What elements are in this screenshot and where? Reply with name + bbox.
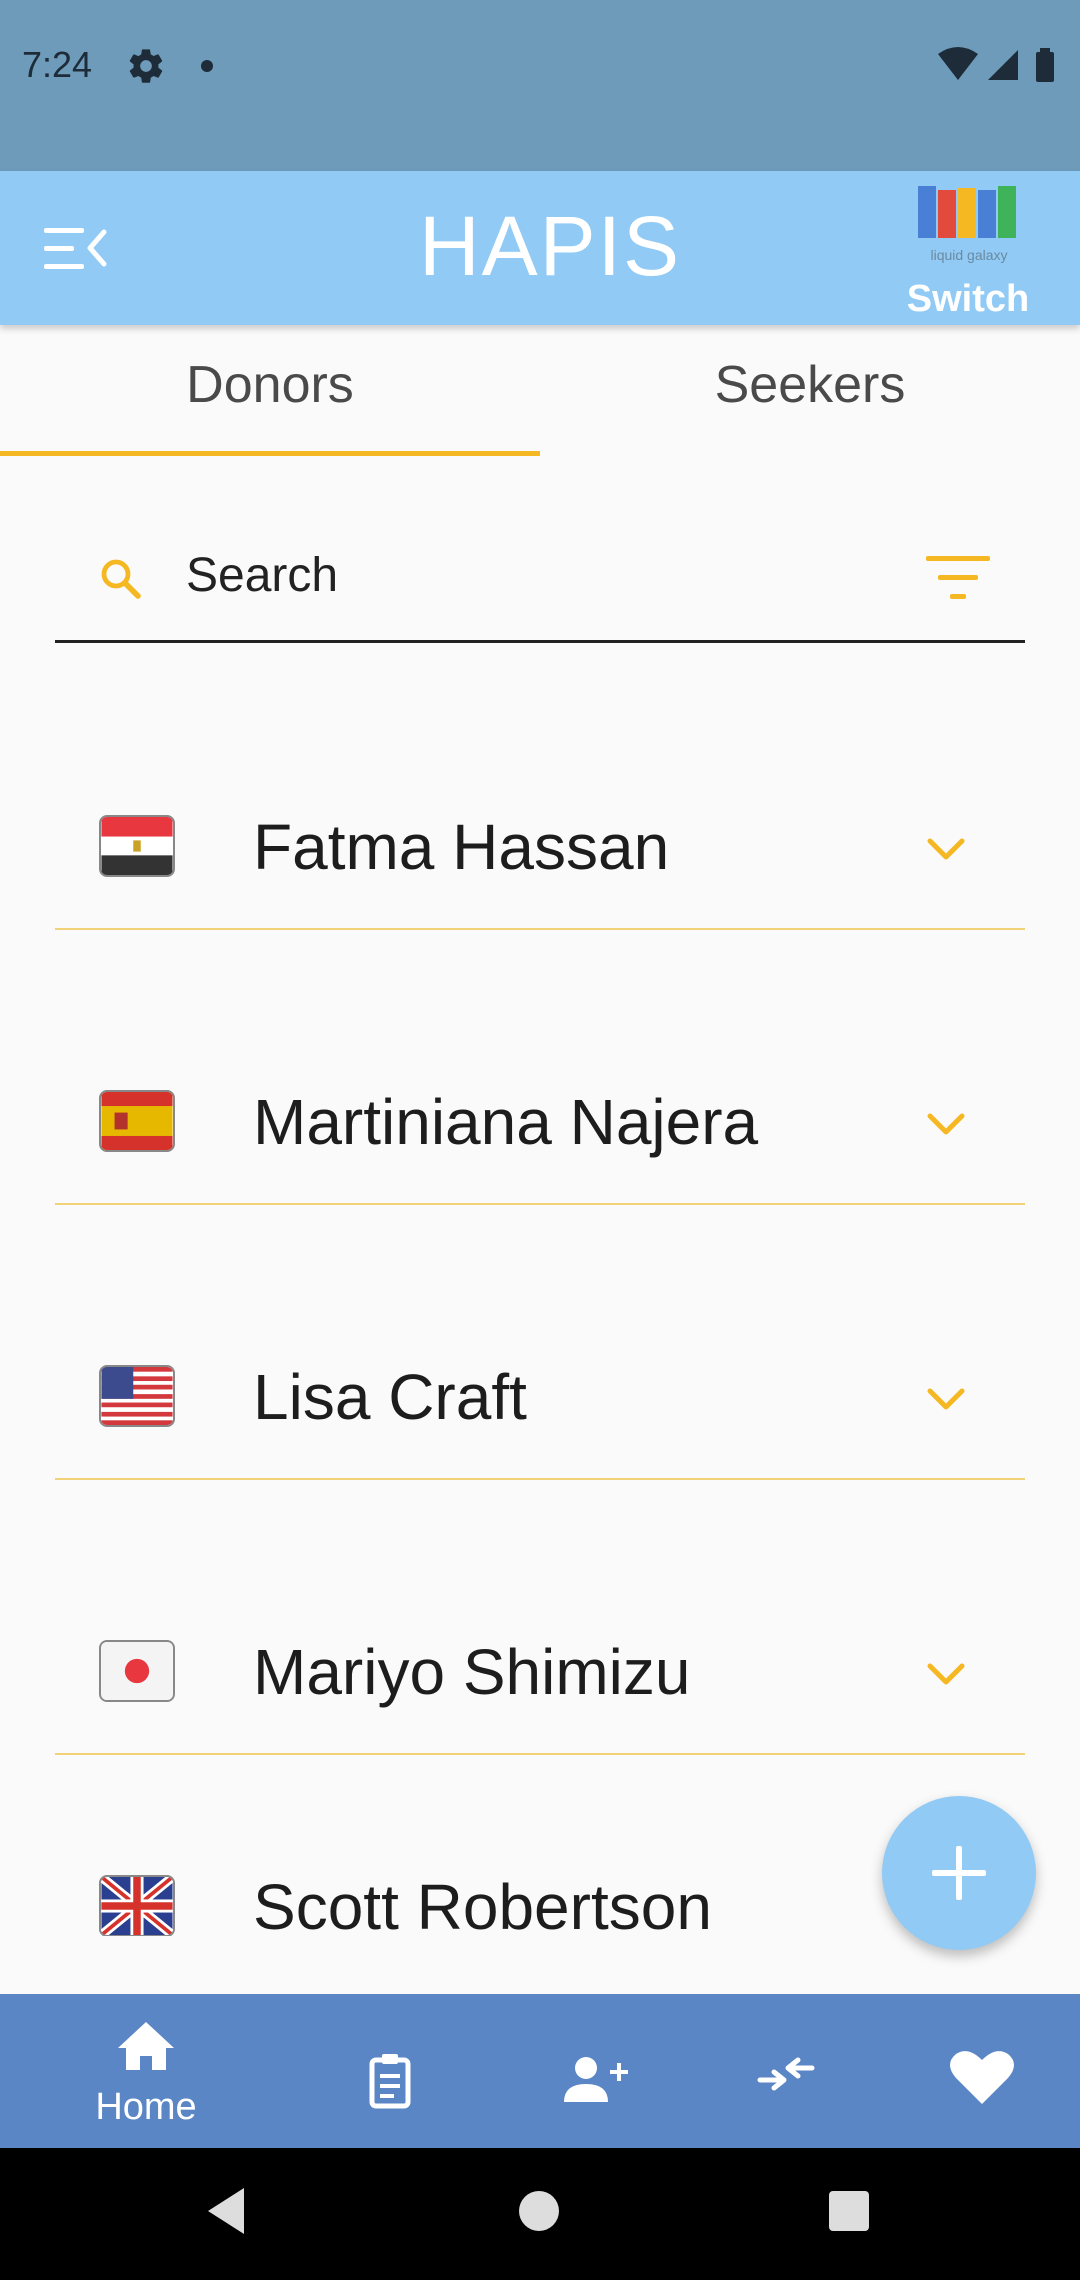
wifi-icon — [938, 47, 978, 80]
heart-icon — [950, 2051, 1014, 2104]
filter-icon[interactable] — [926, 556, 990, 600]
donor-name: Fatma Hassan — [253, 811, 670, 883]
list-item[interactable]: Martiniana Najera — [55, 975, 1025, 1250]
back-icon[interactable] — [204, 2186, 248, 2236]
uk-flag-icon — [99, 1875, 175, 1936]
add-person-icon — [564, 2057, 628, 2102]
search-icon — [101, 559, 141, 599]
donor-name: Lisa Craft — [253, 1361, 527, 1433]
add-donor-fab[interactable] — [882, 1796, 1036, 1950]
chevron-down-icon[interactable] — [926, 1661, 966, 1687]
list-item[interactable]: Lisa Craft — [55, 1250, 1025, 1525]
notification-dot — [201, 60, 213, 72]
signal-icon — [988, 50, 1018, 80]
divider — [55, 1478, 1025, 1480]
nav-add-person[interactable] — [530, 2018, 650, 2118]
list-item[interactable]: Mariyo Shimizu — [55, 1525, 1025, 1800]
list-item[interactable]: Fatma Hassan — [55, 700, 1025, 975]
status-icons — [938, 47, 1054, 82]
home-circle-icon[interactable] — [518, 2190, 560, 2232]
japan-flag-icon — [99, 1640, 175, 1702]
divider — [55, 1203, 1025, 1205]
clipboard-icon — [369, 2054, 411, 2109]
tab-indicator — [0, 451, 540, 456]
chevron-down-icon[interactable] — [926, 1111, 966, 1137]
divider — [55, 1753, 1025, 1755]
compare-arrows-icon — [757, 2057, 815, 2091]
recents-square-icon[interactable] — [828, 2190, 870, 2232]
nav-requests[interactable] — [330, 2018, 450, 2118]
home-icon — [118, 2022, 174, 2070]
egypt-flag-icon — [99, 815, 175, 877]
donor-name: Scott Robertson — [253, 1871, 712, 1936]
settings-gear-icon — [129, 49, 163, 83]
menu-open-icon[interactable] — [44, 224, 108, 274]
nav-favorites[interactable] — [922, 2018, 1042, 2118]
chevron-down-icon[interactable] — [926, 836, 966, 862]
chevron-down-icon[interactable] — [926, 1386, 966, 1412]
system-navigation-bar — [0, 2148, 1080, 2280]
spain-flag-icon — [99, 1090, 175, 1152]
app-title: HAPIS — [418, 199, 682, 293]
status-time: 7:24 — [22, 44, 93, 85]
nav-matching[interactable] — [726, 2018, 846, 2118]
plus-icon — [932, 1846, 986, 1900]
switch-button[interactable]: Switch — [900, 278, 1036, 321]
svg-text:liquid galaxy: liquid galaxy — [930, 247, 1007, 263]
list-item[interactable]: Scott Robertson — [55, 1860, 1025, 1936]
liquid-galaxy-logo[interactable]: liquid galaxy — [916, 184, 1022, 266]
battery-icon — [1036, 52, 1054, 82]
nav-home-label: Home — [95, 2086, 197, 2128]
search-input[interactable] — [186, 545, 886, 605]
tab-donors[interactable]: Donors — [0, 355, 540, 415]
tab-seekers[interactable]: Seekers — [540, 355, 1080, 415]
divider — [55, 928, 1025, 930]
donor-name: Mariyo Shimizu — [253, 1636, 691, 1708]
usa-flag-icon — [99, 1365, 175, 1427]
donor-name: Martiniana Najera — [253, 1086, 759, 1158]
search-underline — [55, 640, 1025, 643]
